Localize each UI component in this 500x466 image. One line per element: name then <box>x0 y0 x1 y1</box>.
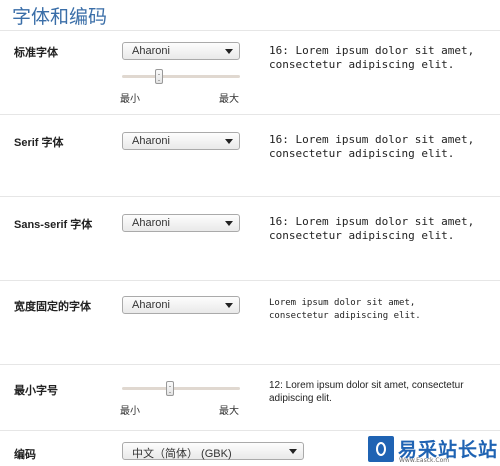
chevron-down-icon <box>225 303 233 308</box>
serif-font-select[interactable]: Aharoni <box>122 132 240 150</box>
divider <box>0 30 500 31</box>
fixed-font-label: 宽度固定的字体 <box>14 301 91 313</box>
fixed-font-select[interactable]: Aharoni <box>122 296 240 314</box>
slider-max-label: 最大 <box>219 406 239 417</box>
serif-font-value: Aharoni <box>132 135 170 147</box>
encoding-label: 编码 <box>14 449 36 461</box>
divider <box>0 280 500 281</box>
divider <box>0 364 500 365</box>
chevron-down-icon <box>225 49 233 54</box>
fixed-font-preview: Lorem ipsum dolor sit amet, consectetur … <box>269 298 421 321</box>
slider-min-label: 最小 <box>120 406 140 417</box>
min-size-slider-thumb[interactable] <box>166 381 174 396</box>
slider-max-label: 最大 <box>219 94 239 105</box>
fixed-font-value: Aharoni <box>132 299 170 311</box>
encoding-value: 中文（简体） (GBK) <box>132 448 232 460</box>
standard-font-label: 标准字体 <box>14 47 58 59</box>
divider <box>0 114 500 115</box>
standard-font-value: Aharoni <box>132 45 170 57</box>
watermark-sub: Www.Easck.Com <box>399 457 450 464</box>
standard-font-preview: 16: Lorem ipsum dolor sit amet, consecte… <box>269 44 475 71</box>
min-size-slider-track[interactable] <box>122 387 240 390</box>
divider <box>0 196 500 197</box>
divider <box>0 430 500 431</box>
chevron-down-icon <box>289 449 297 454</box>
standard-size-slider-thumb[interactable] <box>155 69 163 84</box>
sans-font-value: Aharoni <box>132 217 170 229</box>
serif-font-label: Serif 字体 <box>14 137 64 149</box>
standard-size-slider-track[interactable] <box>122 75 240 78</box>
chevron-down-icon <box>225 139 233 144</box>
standard-font-select[interactable]: Aharoni <box>122 42 240 60</box>
sans-font-preview: 16: Lorem ipsum dolor sit amet, consecte… <box>269 215 475 242</box>
page-title: 字体和编码 <box>12 6 108 28</box>
serif-font-preview: 16: Lorem ipsum dolor sit amet, consecte… <box>269 133 475 160</box>
slider-min-label: 最小 <box>120 94 140 105</box>
watermark-logo: 易采站长站 Www.Easck.Com <box>364 432 500 466</box>
min-size-label: 最小字号 <box>14 385 58 397</box>
min-size-preview: 12: Lorem ipsum dolor sit amet, consecte… <box>269 380 464 404</box>
chevron-down-icon <box>225 221 233 226</box>
sans-font-select[interactable]: Aharoni <box>122 214 240 232</box>
sans-font-label: Sans-serif 字体 <box>14 219 93 231</box>
logo-icon <box>368 436 394 462</box>
encoding-select[interactable]: 中文（简体） (GBK) <box>122 442 304 460</box>
